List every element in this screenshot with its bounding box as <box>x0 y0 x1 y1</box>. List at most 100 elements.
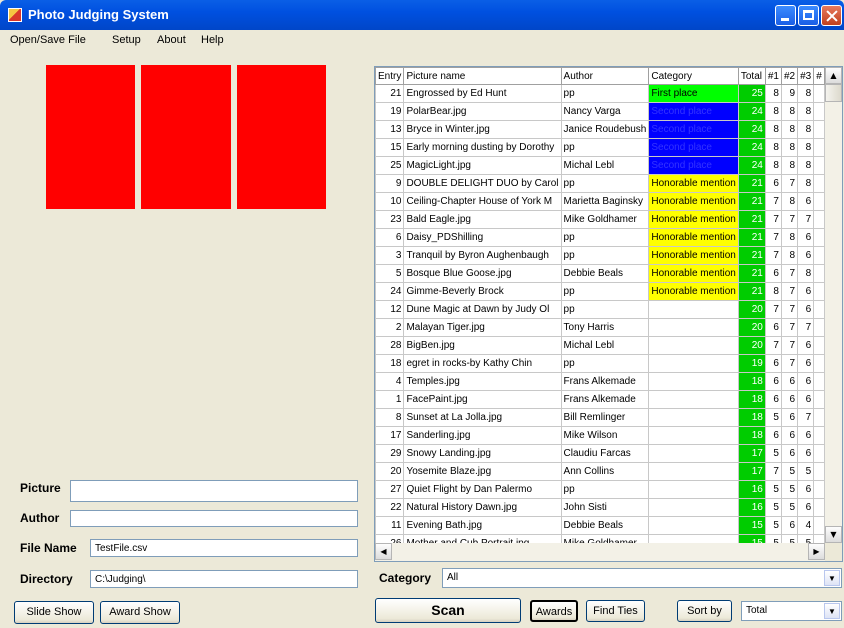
author-cell[interactable]: Ann Collins <box>560 462 650 481</box>
judge-2-cell[interactable]: 8 <box>780 102 799 121</box>
judge-4-cell[interactable] <box>813 498 825 517</box>
chevron-down-icon[interactable]: ▼ <box>824 603 840 619</box>
entry-cell[interactable]: 4 <box>375 372 405 391</box>
category-cell[interactable]: Second place <box>648 102 739 121</box>
entry-cell[interactable]: 5 <box>375 264 405 283</box>
author-cell[interactable]: pp <box>560 282 650 301</box>
table-row[interactable]: 28 BigBen.jpg Michal Lebl 20 7 7 6 <box>375 336 825 355</box>
judge-3-cell[interactable]: 6 <box>797 498 815 517</box>
entry-cell[interactable]: 21 <box>375 84 405 103</box>
maximize-button[interactable] <box>798 5 819 26</box>
total-cell[interactable]: 21 <box>737 174 766 193</box>
judge-2-cell[interactable]: 8 <box>780 138 799 157</box>
picture-name-cell[interactable]: PolarBear.jpg <box>403 102 562 121</box>
table-row[interactable]: 4 Temples.jpg Frans Alkemade 18 6 6 6 <box>375 372 825 391</box>
category-select[interactable]: All ▼ <box>442 568 842 588</box>
judge-4-cell[interactable] <box>813 228 825 247</box>
judge-4-cell[interactable] <box>813 372 825 391</box>
judge-3-cell[interactable]: 6 <box>797 444 815 463</box>
find-ties-button[interactable]: Find Ties <box>586 600 645 622</box>
entry-cell[interactable]: 6 <box>375 228 405 247</box>
author-cell[interactable]: pp <box>560 174 650 193</box>
table-row[interactable]: 27 Quiet Flight by Dan Palermo pp 16 5 5 6 <box>375 480 825 499</box>
menu-about[interactable]: About <box>157 34 186 46</box>
total-cell[interactable]: 21 <box>737 246 766 265</box>
total-cell[interactable]: 20 <box>737 300 766 319</box>
judge-4-cell[interactable] <box>813 282 825 301</box>
judge-3-cell[interactable]: 8 <box>797 102 815 121</box>
category-cell[interactable] <box>648 318 739 337</box>
judge-1-cell[interactable]: 7 <box>764 246 782 265</box>
judge-3-cell[interactable]: 8 <box>797 174 815 193</box>
table-row[interactable]: 19 PolarBear.jpg Nancy Varga Second place 24… <box>375 102 825 121</box>
picture-name-cell[interactable]: Tranquil by Byron Aughenbaugh <box>403 246 562 265</box>
total-cell[interactable]: 24 <box>737 102 766 121</box>
table-row[interactable]: 23 Bald Eagle.jpg Mike Goldhamer Honorable … <box>375 210 825 229</box>
judge-2-cell[interactable]: 7 <box>780 336 799 355</box>
menu-open-save-file[interactable]: Open/Save File <box>10 34 86 46</box>
judge-2-cell[interactable]: 6 <box>780 444 799 463</box>
judge-4-cell[interactable] <box>813 138 825 157</box>
table-row[interactable]: 1 FacePaint.jpg Frans Alkemade 18 6 6 6 <box>375 390 825 409</box>
column-header-judge-4[interactable]: # <box>813 67 825 85</box>
judge-3-cell[interactable]: 6 <box>797 192 815 211</box>
judge-3-cell[interactable]: 7 <box>797 408 815 427</box>
table-row[interactable]: 22 Natural History Dawn.jpg John Sisti 16 5 5… <box>375 498 825 517</box>
entry-cell[interactable]: 12 <box>375 300 405 319</box>
table-row[interactable]: 12 Dune Magic at Dawn by Judy Ol pp 20 7 7 6 <box>375 300 825 319</box>
judge-2-cell[interactable]: 7 <box>780 174 799 193</box>
total-cell[interactable]: 17 <box>737 444 766 463</box>
entry-cell[interactable]: 26 <box>375 534 405 543</box>
judge-4-cell[interactable] <box>813 246 825 265</box>
scroll-thumb[interactable] <box>825 84 842 102</box>
judge-3-cell[interactable]: 8 <box>797 264 815 283</box>
total-cell[interactable]: 18 <box>737 372 766 391</box>
table-row[interactable]: 3 Tranquil by Byron Aughenbaugh pp Honorabl… <box>375 246 825 265</box>
judge-4-cell[interactable] <box>813 480 825 499</box>
category-cell[interactable] <box>648 444 739 463</box>
judge-2-cell[interactable]: 8 <box>780 228 799 247</box>
category-cell[interactable] <box>648 498 739 517</box>
menu-help[interactable]: Help <box>201 34 224 46</box>
judge-1-cell[interactable]: 6 <box>764 372 782 391</box>
judge-1-cell[interactable]: 8 <box>764 156 782 175</box>
picture-name-cell[interactable]: Malayan Tiger.jpg <box>403 318 562 337</box>
judge-1-cell[interactable]: 7 <box>764 192 782 211</box>
judge-4-cell[interactable] <box>813 354 825 373</box>
category-cell[interactable]: Second place <box>648 156 739 175</box>
judge-3-cell[interactable]: 6 <box>797 354 815 373</box>
category-cell[interactable]: Honorable mention <box>648 264 739 283</box>
picture-name-cell[interactable]: Natural History Dawn.jpg <box>403 498 562 517</box>
judge-1-cell[interactable]: 5 <box>764 534 782 543</box>
total-cell[interactable]: 19 <box>737 354 766 373</box>
category-cell[interactable] <box>648 426 739 445</box>
judge-3-cell[interactable]: 7 <box>797 318 815 337</box>
judge-3-cell[interactable]: 6 <box>797 282 815 301</box>
picture-name-cell[interactable]: Snowy Landing.jpg <box>403 444 562 463</box>
total-cell[interactable]: 18 <box>737 426 766 445</box>
judge-1-cell[interactable]: 6 <box>764 426 782 445</box>
picture-name-cell[interactable]: Gimme-Beverly Brock <box>403 282 562 301</box>
minimize-button[interactable] <box>775 5 796 26</box>
judge-4-cell[interactable] <box>813 462 825 481</box>
judge-1-cell[interactable]: 6 <box>764 264 782 283</box>
total-cell[interactable]: 16 <box>737 480 766 499</box>
entry-cell[interactable]: 22 <box>375 498 405 517</box>
category-cell[interactable] <box>648 390 739 409</box>
sort-by-button[interactable]: Sort by <box>677 600 732 622</box>
column-header-judge-3[interactable]: #3 <box>797 67 815 85</box>
judge-1-cell[interactable]: 7 <box>764 462 782 481</box>
table-row[interactable]: 17 Sanderling.jpg Mike Wilson 18 6 6 6 <box>375 426 825 445</box>
total-cell[interactable]: 24 <box>737 156 766 175</box>
entry-cell[interactable]: 15 <box>375 138 405 157</box>
judge-3-cell[interactable]: 5 <box>797 462 815 481</box>
author-cell[interactable]: Claudiu Farcas <box>560 444 650 463</box>
judge-3-cell[interactable]: 6 <box>797 390 815 409</box>
table-row[interactable]: 6 Daisy_PDShilling pp Honorable mention 21 7 8… <box>375 228 825 247</box>
judge-1-cell[interactable]: 7 <box>764 228 782 247</box>
judge-4-cell[interactable] <box>813 300 825 319</box>
entry-cell[interactable]: 1 <box>375 390 405 409</box>
picture-name-cell[interactable]: Engrossed by Ed Hunt <box>403 84 562 103</box>
judge-4-cell[interactable] <box>813 318 825 337</box>
judge-4-cell[interactable] <box>813 408 825 427</box>
